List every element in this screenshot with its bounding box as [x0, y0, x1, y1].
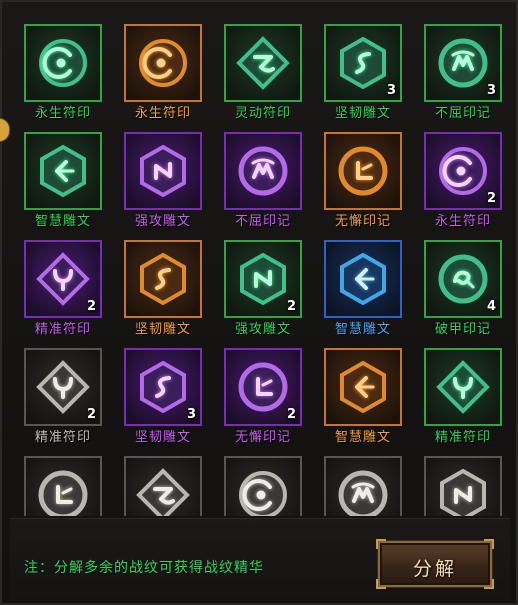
rune-slot[interactable]: 灵动符印 — [210, 10, 310, 121]
button-corner-ornament — [484, 539, 494, 549]
rune-tile[interactable] — [224, 456, 302, 516]
rune-slot[interactable]: 智慧雕文 — [10, 118, 110, 229]
rune-tile[interactable] — [324, 348, 402, 426]
rune-slot[interactable]: 2 强攻雕文 — [210, 226, 310, 337]
swirl-rune-icon — [438, 254, 488, 304]
rune-slot[interactable]: 永生符印 — [10, 10, 110, 121]
rune-tile[interactable] — [24, 24, 102, 102]
crescent-eye-icon — [39, 39, 87, 87]
stack-count: 2 — [486, 191, 496, 206]
rune-grid[interactable]: 永生符印 永生符印 灵动符印 3 坚韧雕文 3 不屈印记 智慧雕文 强攻雕文 不屈印记 无懈印记 2 永… — [10, 10, 512, 516]
rune-slot[interactable]: 坚韧雕文 — [110, 226, 210, 337]
rune-tile[interactable]: 3 — [424, 24, 502, 102]
rune-tile[interactable]: 2 — [24, 240, 102, 318]
arrow-rune-icon — [40, 144, 86, 198]
n-rune-icon — [440, 468, 486, 516]
wave-rune-icon — [136, 468, 190, 516]
rune-tile[interactable]: 2 — [24, 348, 102, 426]
rune-tile[interactable]: 3 — [124, 348, 202, 426]
rune-tile[interactable]: 4 — [424, 240, 502, 318]
l-rune-icon — [338, 146, 388, 196]
stack-count: 2 — [86, 299, 96, 314]
rune-tile[interactable] — [124, 456, 202, 516]
s-rune-icon — [140, 252, 186, 306]
rune-tile[interactable] — [124, 240, 202, 318]
rune-slot[interactable] — [210, 442, 310, 516]
rune-tile[interactable] — [24, 132, 102, 210]
rune-tile[interactable] — [124, 24, 202, 102]
rune-tile[interactable] — [224, 132, 302, 210]
rune-tile[interactable] — [324, 456, 402, 516]
decompose-button-label: 分解 — [412, 558, 457, 580]
rune-slot[interactable] — [10, 442, 110, 516]
rune-tile[interactable] — [324, 240, 402, 318]
m-rune-icon — [338, 470, 388, 516]
fork-rune-icon — [36, 252, 90, 306]
decompose-hint-text: 注：分解多余的战纹可获得战纹精华 — [24, 560, 264, 576]
s-rune-icon — [140, 360, 186, 414]
stack-count: 3 — [186, 407, 196, 422]
rune-slot[interactable] — [310, 442, 410, 516]
m-rune-icon — [438, 38, 488, 88]
rune-slot[interactable]: 永生符印 — [110, 10, 210, 121]
wave-rune-icon — [236, 36, 290, 90]
rune-slot[interactable]: 3 坚韧雕文 — [110, 334, 210, 445]
fork-rune-icon — [436, 360, 490, 414]
l-rune-icon — [238, 362, 288, 412]
rune-slot[interactable] — [410, 442, 510, 516]
rune-slot[interactable]: 2 精准符印 — [10, 226, 110, 337]
rune-tile[interactable] — [424, 348, 502, 426]
rune-tile[interactable] — [24, 456, 102, 516]
rune-inventory-panel: 永生符印 永生符印 灵动符印 3 坚韧雕文 3 不屈印记 智慧雕文 强攻雕文 不屈印记 无懈印记 2 永… — [0, 0, 518, 605]
crescent-eye-icon — [239, 471, 287, 516]
rune-tile[interactable]: 2 — [224, 348, 302, 426]
rune-tile[interactable]: 3 — [324, 24, 402, 102]
arrow-rune-icon — [340, 360, 386, 414]
rune-slot[interactable]: 精准符印 — [410, 334, 510, 445]
fork-rune-icon — [36, 360, 90, 414]
bottom-bar: 注：分解多余的战纹可获得战纹精华 分解 — [10, 518, 510, 601]
rune-slot[interactable]: 不屈印记 — [210, 118, 310, 229]
rune-tile[interactable]: 2 — [224, 240, 302, 318]
rune-tile[interactable]: 2 — [424, 132, 502, 210]
side-tab-handle[interactable] — [0, 118, 10, 142]
rune-tile[interactable] — [424, 456, 502, 516]
rune-slot[interactable]: 强攻雕文 — [110, 118, 210, 229]
button-corner-ornament — [376, 539, 386, 549]
decompose-button[interactable]: 分解 — [376, 539, 494, 589]
m-rune-icon — [238, 146, 288, 196]
rune-tile[interactable] — [124, 132, 202, 210]
rune-slot[interactable]: 4 破甲印记 — [410, 226, 510, 337]
rune-slot[interactable]: 智慧雕文 — [310, 226, 410, 337]
stack-count: 2 — [286, 407, 296, 422]
s-rune-icon — [340, 36, 386, 90]
rune-slot[interactable]: 2 永生符印 — [410, 118, 510, 229]
l-rune-icon — [38, 470, 88, 516]
rune-slot[interactable]: 智慧雕文 — [310, 334, 410, 445]
stack-count: 3 — [486, 83, 496, 98]
n-rune-icon — [240, 252, 286, 306]
rune-tile[interactable] — [224, 24, 302, 102]
arrow-rune-icon — [340, 252, 386, 306]
rune-slot[interactable]: 3 坚韧雕文 — [310, 10, 410, 121]
crescent-eye-icon — [439, 147, 487, 195]
rune-slot[interactable] — [110, 442, 210, 516]
rune-slot[interactable]: 2 精准符印 — [10, 334, 110, 445]
rune-slot[interactable]: 3 不屈印记 — [410, 10, 510, 121]
rune-slot[interactable]: 2 无懈印记 — [210, 334, 310, 445]
n-rune-icon — [140, 144, 186, 198]
rune-slot[interactable]: 无懈印记 — [310, 118, 410, 229]
stack-count: 3 — [386, 83, 396, 98]
stack-count: 4 — [486, 299, 496, 314]
stack-count: 2 — [286, 299, 296, 314]
crescent-eye-icon — [139, 39, 187, 87]
rune-tile[interactable] — [324, 132, 402, 210]
stack-count: 2 — [86, 407, 96, 422]
